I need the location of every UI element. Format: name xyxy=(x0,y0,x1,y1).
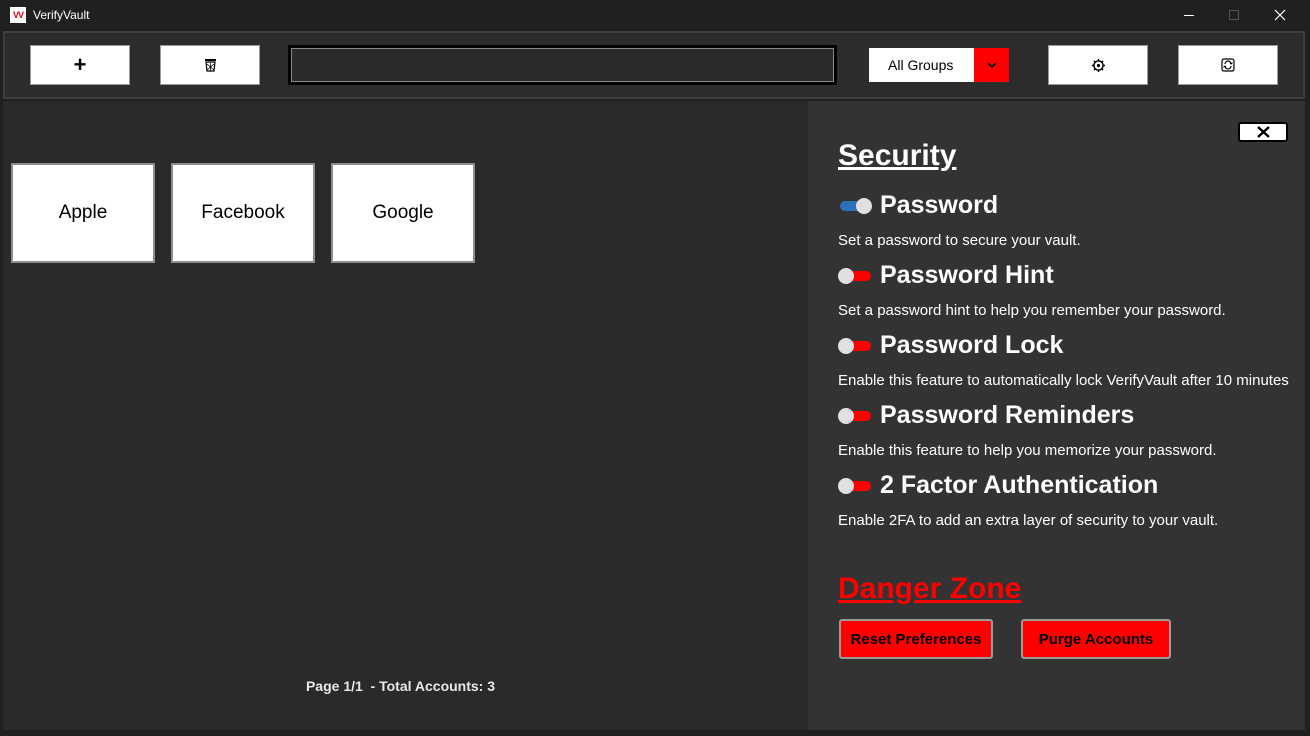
trash-icon xyxy=(204,59,216,72)
setting-description: Enable this feature to help you memorize… xyxy=(838,442,1217,459)
group-selected-label: All Groups xyxy=(888,57,954,73)
password-toggle[interactable] xyxy=(838,198,872,214)
setting-title: Password Lock xyxy=(880,331,1064,359)
setting-2fa: 2 Factor Authentication xyxy=(838,471,1305,499)
app-logo: VV xyxy=(10,7,26,23)
add-account-button[interactable]: + xyxy=(30,45,130,85)
setting-title: Password Reminders xyxy=(880,401,1135,429)
toggle-knob xyxy=(856,198,872,214)
2fa-toggle[interactable] xyxy=(838,478,872,494)
reset-preferences-button[interactable]: Reset Preferences xyxy=(839,619,993,659)
group-dropdown[interactable]: All Groups xyxy=(869,48,1009,82)
page-info: Page 1/1 - Total Accounts: 3 xyxy=(305,678,496,694)
settings-button[interactable] xyxy=(1048,45,1148,85)
refresh-icon xyxy=(1221,58,1235,72)
chevron-down-icon xyxy=(986,62,997,68)
purge-accounts-button[interactable]: Purge Accounts xyxy=(1021,619,1171,659)
setting-title: Password Hint xyxy=(880,261,1054,289)
window-close-button[interactable] xyxy=(1257,0,1303,30)
window-title: VerifyVault xyxy=(33,8,90,22)
refresh-button[interactable] xyxy=(1178,45,1278,85)
setting-description: Set a password hint to help you remember… xyxy=(838,302,1226,319)
password-hint-toggle[interactable] xyxy=(838,268,872,284)
setting-description: Set a password to secure your vault. xyxy=(838,232,1081,249)
account-card-facebook[interactable]: Facebook xyxy=(171,163,315,263)
title-bar: VV VerifyVault xyxy=(0,0,1310,30)
minimize-icon xyxy=(1184,14,1194,16)
account-card-apple[interactable]: Apple xyxy=(11,163,155,263)
setting-password: Password xyxy=(838,191,1305,219)
account-card-google[interactable]: Google xyxy=(331,163,475,263)
toolbar: + All Groups xyxy=(3,31,1305,99)
search-input[interactable] xyxy=(291,48,834,82)
delete-account-button[interactable] xyxy=(160,45,260,85)
setting-title: 2 Factor Authentication xyxy=(880,471,1159,499)
setting-description: Enable 2FA to add an extra layer of secu… xyxy=(838,512,1219,529)
toggle-knob xyxy=(838,408,854,424)
plus-icon: + xyxy=(73,52,87,77)
accounts-area: Apple Facebook Google Page 1/1 - Total A… xyxy=(3,101,808,730)
password-reminders-toggle[interactable] xyxy=(838,408,872,424)
setting-password-hint: Password Hint xyxy=(838,261,1305,289)
setting-description: Enable this feature to automatically loc… xyxy=(838,372,1289,389)
gear-icon xyxy=(1091,58,1105,72)
maximize-icon xyxy=(1229,10,1239,20)
danger-zone-title: Danger Zone xyxy=(838,572,1022,605)
settings-panel: Security Password Set a password to secu… xyxy=(808,101,1305,730)
maximize-button[interactable] xyxy=(1211,0,1257,30)
setting-password-lock: Password Lock xyxy=(838,331,1305,359)
setting-title: Password xyxy=(880,191,999,219)
password-lock-toggle[interactable] xyxy=(838,338,872,354)
close-icon xyxy=(1274,9,1286,21)
toggle-knob xyxy=(838,268,854,284)
minimize-button[interactable] xyxy=(1166,0,1212,30)
group-dropdown-button[interactable] xyxy=(974,48,1009,82)
toggle-knob xyxy=(838,338,854,354)
search-box xyxy=(288,45,837,85)
panel-close-button[interactable] xyxy=(1238,122,1288,142)
setting-password-reminders: Password Reminders xyxy=(838,401,1305,429)
toggle-knob xyxy=(838,478,854,494)
close-icon xyxy=(1256,126,1270,138)
security-section-title: Security xyxy=(838,139,957,172)
app-window: VV VerifyVault + All Groups Apple Facebo… xyxy=(0,0,1310,736)
